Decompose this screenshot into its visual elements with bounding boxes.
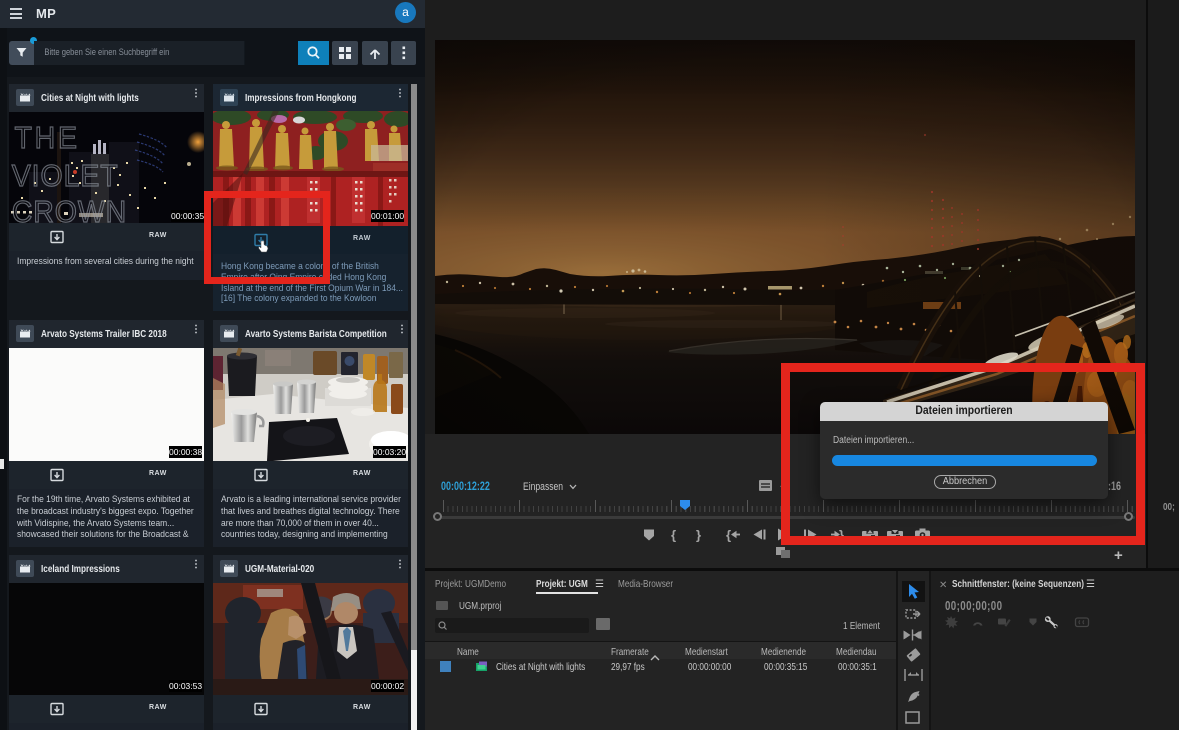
svg-text:}: } [696, 528, 701, 543]
svg-text:THE: THE [15, 121, 80, 155]
svg-text:{: { [671, 528, 676, 543]
svg-text:VIOLET: VIOLET [12, 159, 119, 193]
svg-text:CROWN: CROWN [12, 195, 127, 223]
svg-text:{: { [726, 528, 731, 543]
